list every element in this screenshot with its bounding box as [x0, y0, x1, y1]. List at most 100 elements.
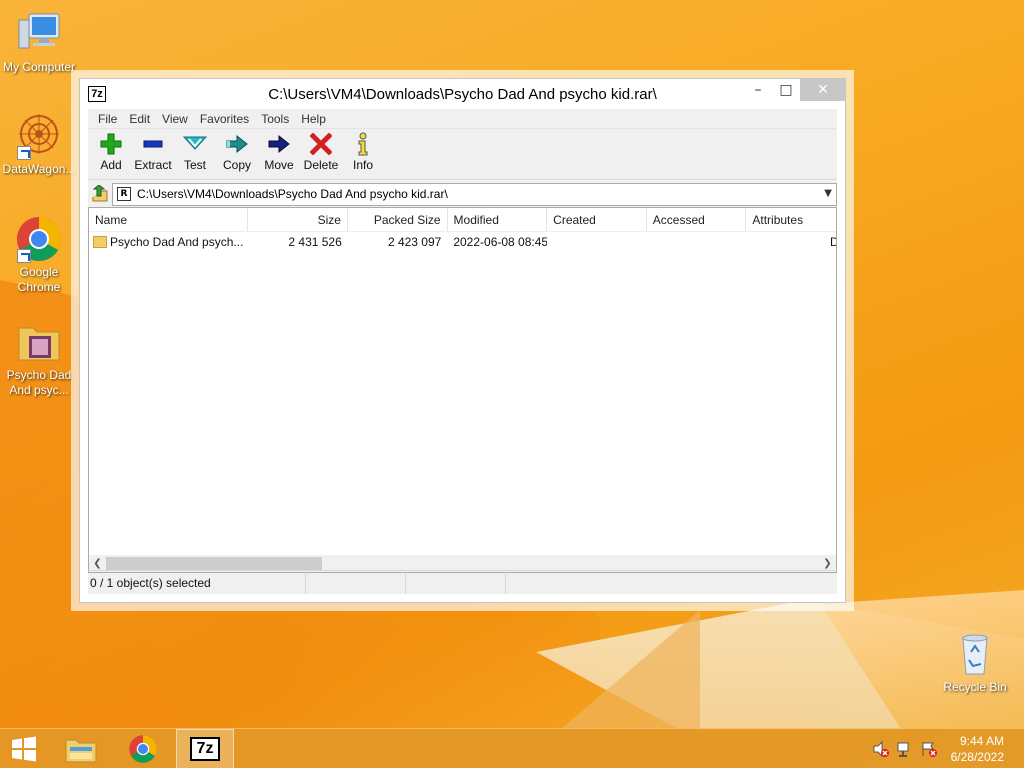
action-center-icon[interactable]	[920, 740, 938, 758]
desktop-icon-my-computer[interactable]: My Computer	[0, 10, 78, 75]
up-arrow-icon	[92, 185, 108, 202]
file-manager-window: 7z C:\Users\VM4\Downloads\Psycho Dad And…	[79, 78, 846, 603]
desktop-icon-label: Recycle Bin	[943, 680, 1007, 694]
toolbar: Add Extract Test Copy Move Delete Info	[88, 129, 837, 180]
add-icon	[90, 132, 132, 156]
column-packed-size[interactable]: Packed Size	[348, 208, 448, 231]
status-bar: 0 / 1 object(s) selected	[88, 570, 837, 594]
column-size[interactable]: Size	[248, 208, 348, 231]
column-attributes[interactable]: Attributes	[746, 208, 836, 231]
row-modified: 2022-06-08 08:45	[453, 235, 547, 249]
menu-tools[interactable]: Tools	[255, 109, 295, 128]
window-title: C:\Users\VM4\Downloads\Psycho Dad And ps…	[268, 86, 657, 103]
close-button[interactable]: ✕	[800, 79, 846, 101]
recycle-bin-icon	[951, 630, 999, 678]
path-text: C:\Users\VM4\Downloads\Psycho Dad And ps…	[137, 187, 448, 201]
windows-logo-icon	[12, 736, 36, 762]
7zip-icon: 7z	[190, 737, 220, 761]
column-accessed[interactable]: Accessed	[647, 208, 747, 231]
desktop-icon-datawagon[interactable]: DataWagon...	[0, 112, 78, 177]
scroll-right-icon[interactable]: ❯	[819, 558, 836, 569]
shortcut-arrow-icon	[17, 146, 31, 160]
status-cell-empty	[506, 571, 837, 594]
desktop-icon-label: My Computer	[2, 60, 76, 74]
folder-icon	[15, 318, 63, 366]
move-icon	[258, 132, 300, 156]
row-size: 2 431 526	[288, 235, 342, 249]
chrome-icon	[15, 215, 63, 263]
status-cell-empty	[406, 571, 506, 594]
delete-label: Delete	[303, 158, 339, 172]
menu-file[interactable]: File	[92, 109, 123, 128]
taskbar: 7z 9:44 AM 6/28/2022	[0, 728, 1024, 768]
scroll-thumb[interactable]	[106, 557, 322, 570]
row-attributes: D	[746, 235, 836, 249]
desktop-icon-recycle-bin[interactable]: Recycle Bin	[936, 630, 1014, 695]
path-field[interactable]: R C:\Users\VM4\Downloads\Psycho Dad And …	[112, 182, 837, 206]
info-label: Info	[352, 158, 373, 172]
extract-icon	[132, 132, 174, 156]
chrome-icon	[129, 735, 157, 763]
file-explorer-icon	[65, 739, 97, 763]
table-row[interactable]: Psycho Dad And psych... 2 431 526 2 423 …	[89, 232, 836, 252]
address-bar: R C:\Users\VM4\Downloads\Psycho Dad And …	[88, 180, 837, 206]
column-modified[interactable]: Modified	[448, 208, 548, 231]
extract-button[interactable]: Extract	[132, 129, 174, 179]
scroll-left-icon[interactable]: ❮	[89, 558, 106, 569]
title-bar[interactable]: 7z C:\Users\VM4\Downloads\Psycho Dad And…	[80, 79, 846, 109]
menu-edit[interactable]: Edit	[123, 109, 156, 128]
delete-button[interactable]: Delete	[300, 129, 342, 179]
chevron-down-icon[interactable]: ▼	[824, 188, 832, 199]
selection-status: 0 / 1 object(s) selected	[88, 571, 306, 594]
test-button[interactable]: Test	[174, 129, 216, 179]
menu-help[interactable]: Help	[295, 109, 332, 128]
scroll-track[interactable]	[106, 556, 819, 571]
desktop-icon-label: Psycho Dad And psyc...	[6, 368, 72, 397]
desktop-icon-label: DataWagon...	[2, 162, 76, 176]
row-packed-size: 2 423 097	[387, 235, 442, 249]
desktop-icon-psycho-dad-folder[interactable]: Psycho Dad And psyc...	[0, 318, 78, 398]
test-label: Test	[183, 158, 206, 172]
status-cell-empty	[306, 571, 406, 594]
shortcut-arrow-icon	[17, 249, 31, 263]
move-button[interactable]: Move	[258, 129, 300, 179]
maximize-button[interactable]: □	[772, 79, 800, 101]
column-headers: Name Size Packed Size Modified Created A…	[89, 208, 836, 232]
taskbar-chrome[interactable]	[114, 729, 172, 768]
clock-time: 9:44 AM	[959, 734, 1004, 748]
system-tray	[872, 729, 938, 768]
info-button[interactable]: Info	[342, 129, 384, 179]
file-list[interactable]: Name Size Packed Size Modified Created A…	[88, 207, 837, 573]
up-folder-button[interactable]	[88, 183, 112, 205]
row-name-cell: Psycho Dad And psych...	[89, 235, 248, 249]
add-label: Add	[100, 158, 122, 172]
column-created[interactable]: Created	[547, 208, 647, 231]
minimize-button[interactable]: –	[744, 79, 772, 101]
taskbar-file-explorer[interactable]	[52, 729, 110, 768]
copy-label: Copy	[222, 158, 251, 172]
computer-icon	[15, 10, 63, 58]
datawagon-icon	[15, 112, 63, 160]
archive-icon: R	[117, 187, 131, 201]
window-client-area: File Edit View Favorites Tools Help Add …	[88, 109, 837, 594]
extract-label: Extract	[134, 158, 172, 172]
speaker-muted-icon[interactable]	[872, 740, 890, 758]
clock[interactable]: 9:44 AM 6/28/2022	[951, 733, 1004, 765]
info-icon	[342, 132, 384, 156]
move-label: Move	[264, 158, 294, 172]
desktop-icon-label: Google Chrome	[17, 265, 61, 294]
copy-button[interactable]: Copy	[216, 129, 258, 179]
desktop-icon-google-chrome[interactable]: Google Chrome	[0, 215, 78, 295]
taskbar-7zip[interactable]: 7z	[176, 729, 234, 768]
test-icon	[174, 132, 216, 156]
folder-icon	[93, 236, 107, 248]
clock-date: 6/28/2022	[950, 750, 1004, 764]
network-icon[interactable]	[896, 740, 914, 758]
start-button[interactable]	[0, 729, 48, 768]
menu-favorites[interactable]: Favorites	[194, 109, 255, 128]
row-name: Psycho Dad And psych...	[110, 235, 244, 249]
menu-view[interactable]: View	[156, 109, 194, 128]
menu-bar: File Edit View Favorites Tools Help	[88, 109, 837, 129]
add-button[interactable]: Add	[90, 129, 132, 179]
column-name[interactable]: Name	[89, 208, 249, 231]
